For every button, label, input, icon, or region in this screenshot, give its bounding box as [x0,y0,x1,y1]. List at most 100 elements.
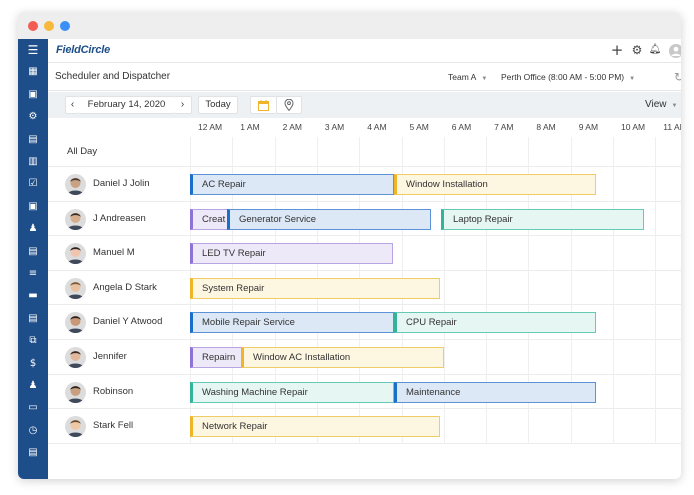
office-select-value: Perth Office (8:00 AM - 5:00 PM) [501,72,625,82]
window-titlebar [18,12,681,39]
calendar-icon[interactable]: ▣ [26,89,40,101]
report-icon[interactable]: ▥ [26,156,40,168]
hour-header: 12 AM 1 AM 2 AM 3 AM 4 AM 5 AM 6 AM 7 AM 8 AM 9 A… [48,119,681,137]
avatar [65,174,86,195]
inventory-icon[interactable]: ▬ [26,290,40,302]
hour-label: 11 AM [663,122,681,132]
file-icon[interactable]: ▤ [26,447,40,459]
resource-row: Robinson Washing Machine Repair Maintenanc… [48,374,681,410]
user-avatar-icon[interactable] [669,44,681,58]
resource-name: Daniel Y Atwood [93,316,163,328]
sub-header: Scheduler and Dispatcher Team A ▼ Perth O… [48,64,681,91]
previous-day-button[interactable]: ‹ [65,96,79,114]
team-select-value: Team A [448,72,477,82]
hour-label: 9 AM [578,122,599,132]
dispatch-icon[interactable]: ⚙ [26,111,40,123]
all-day-row: All Day [48,137,681,167]
next-day-button[interactable]: › [174,96,192,114]
close-window-dot[interactable] [28,21,38,31]
hour-label: 1 AM [240,122,260,132]
app-logo[interactable]: FieldCircle [56,44,110,56]
hour-label: 5 AM [409,122,429,132]
resource-name: Robinson [93,385,134,397]
hour-label: 7 AM [494,122,514,132]
event-block[interactable]: Mobile Repair Service [190,312,394,334]
avatar [65,277,86,299]
scheduler-toolbar: ‹ February 14, 2020 › Today View ▼ [48,92,681,118]
avatar [65,243,86,265]
hour-gridline [486,409,488,444]
notification-bell-icon[interactable]: 🔔︎ [648,43,662,57]
hour-gridline [570,340,572,375]
avatar [65,381,86,403]
event-block[interactable]: AC Repair [190,174,394,195]
checklist-icon[interactable]: ☑ [26,178,40,190]
hour-label: 6 AM [451,122,472,132]
calendar-icon [258,100,269,111]
page-title: Scheduler and Dispatcher [55,71,171,82]
avatar [65,347,86,368]
hour-gridline [655,167,657,202]
hour-gridline [486,340,488,375]
event-block[interactable]: Laptop Repair [441,208,644,230]
refresh-icon[interactable]: ↻ [672,70,681,84]
document-icon[interactable]: ▤ [26,313,40,325]
resource-row: Stark Fell Network Repair [48,409,681,444]
resource-name: Jennifer [93,351,127,362]
office-select[interactable]: Perth Office (8:00 AM - 5:00 PM) ▼ [501,72,635,82]
event-block[interactable]: Window AC Installation [241,347,444,368]
add-icon[interactable]: + [610,43,624,58]
event-block[interactable]: Network Repair [190,416,440,438]
settings-icon[interactable]: ⚙ [630,43,644,57]
hour-gridline [613,236,614,271]
today-button[interactable]: Today [198,96,238,114]
chevron-down-icon: ▼ [481,76,488,82]
resource-row: Manuel M LED TV Repair [48,236,681,271]
view-select[interactable]: View ▼ [645,99,677,110]
invoice-icon[interactable]: ▤ [26,246,40,258]
hour-gridline [613,409,614,444]
date-display[interactable]: February 14, 2020 [79,96,174,114]
event-block[interactable]: CPU Repair [394,312,596,334]
hour-label: 10 AM [621,122,646,132]
dashboard-icon[interactable]: ▦ [26,66,40,78]
resource-row: Angela D Stark System Repair [48,270,681,306]
clock-icon[interactable]: ◷ [26,425,40,437]
dollar-icon[interactable]: $ [26,358,40,370]
user-pin-icon[interactable]: ♟ [26,223,40,235]
schedule-icon[interactable]: ▣ [26,201,40,213]
event-block[interactable]: Window Installation [394,174,596,195]
maximize-window-dot[interactable] [60,21,70,31]
hour-gridline [613,270,614,306]
hour-gridline [613,137,614,167]
map-view-button[interactable] [276,96,302,114]
hour-gridline [613,305,614,340]
hour-gridline [655,305,657,340]
team-icon[interactable]: ♟ [26,380,40,392]
hour-gridline [655,374,657,410]
event-block[interactable]: Generator Service [227,208,431,230]
hour-gridline [316,137,318,167]
resource-name: Stark Fell [93,420,134,432]
event-block[interactable]: Maintenance [394,381,596,403]
event-block[interactable]: Repairn [190,347,244,368]
hour-gridline [190,137,191,167]
monitor-icon[interactable]: ▭ [26,402,40,414]
menu-icon[interactable]: ☰ [26,44,40,56]
resource-row: J Andreasen Creat Generator Service Laptop … [48,201,681,237]
hour-gridline [528,270,530,306]
hierarchy-icon[interactable]: ⧉ [26,335,40,347]
event-block[interactable]: Washing Machine Repair [190,381,394,403]
team-select[interactable]: Team A ▼ [448,72,487,82]
hour-label: 12 AM [198,122,223,132]
calendar-picker-button[interactable] [250,96,276,114]
hour-gridline [232,137,234,167]
list-icon[interactable]: ≡ [26,268,40,280]
hour-gridline [401,236,403,271]
hour-gridline [359,137,361,167]
event-block[interactable]: System Repair [190,277,440,299]
hour-gridline [570,137,572,167]
minimize-window-dot[interactable] [44,21,54,31]
event-block[interactable]: LED TV Repair [190,243,393,265]
clipboard-icon[interactable]: ▤ [26,134,40,146]
